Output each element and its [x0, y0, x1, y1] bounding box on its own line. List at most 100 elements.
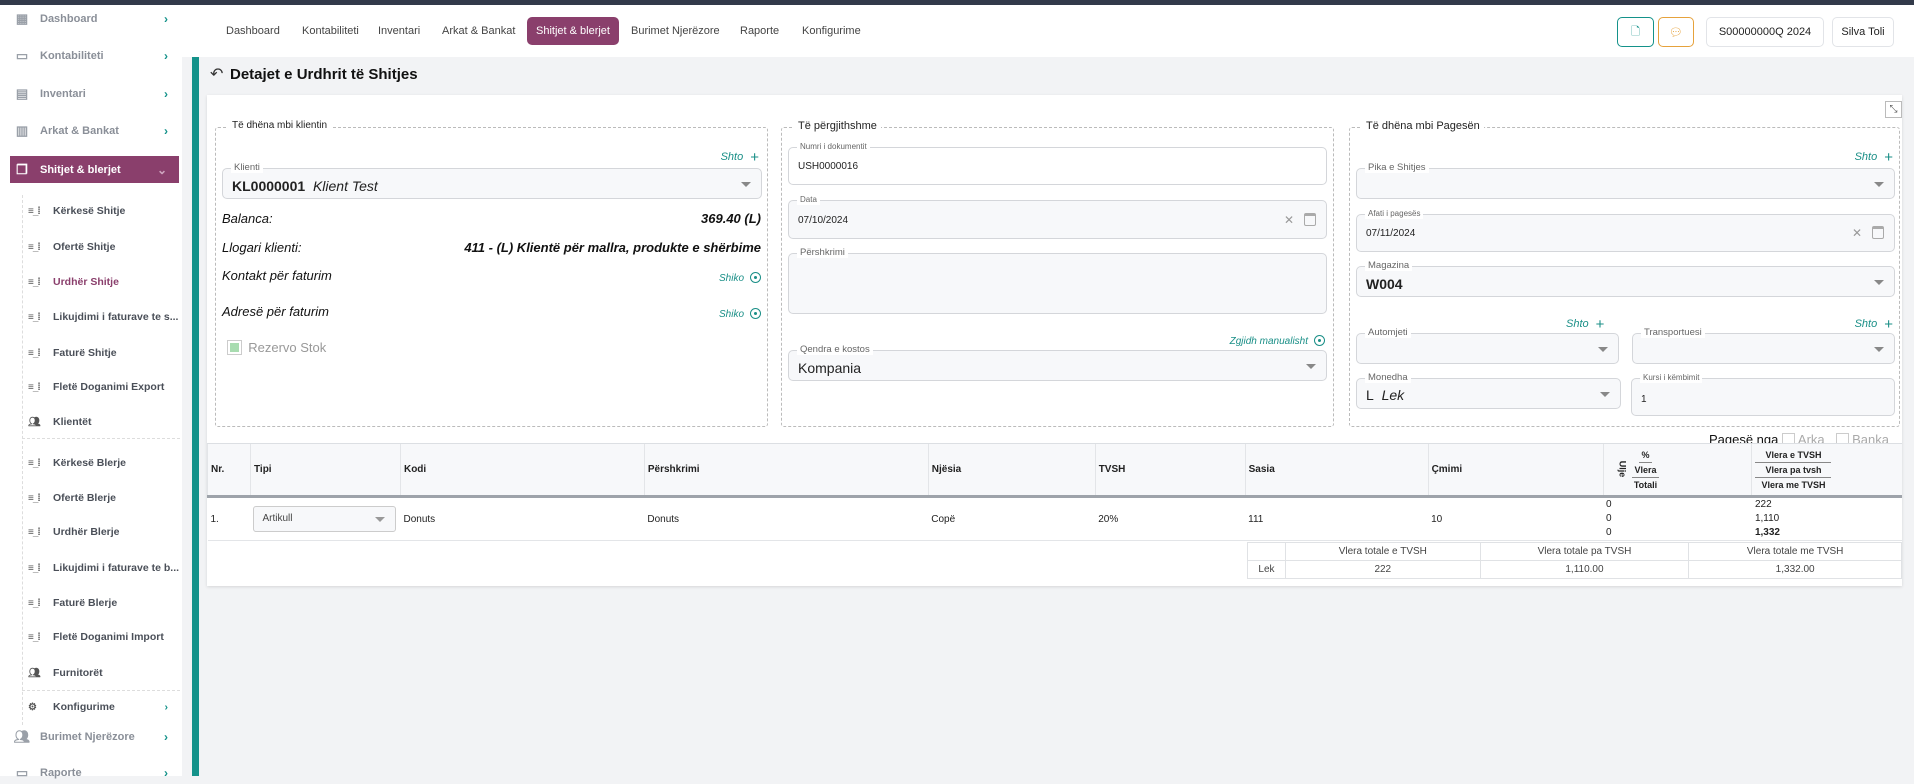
client-select[interactable]: Klienti KL0000001 Klient Test — [222, 162, 762, 199]
sidebar-subitem[interactable]: ≡_⁞ Faturë Blerje — [28, 593, 180, 613]
calendar-icon[interactable] — [1304, 212, 1316, 226]
list-icon: ≡_⁞ — [28, 311, 41, 323]
list-icon: ≡_⁞ — [28, 562, 41, 574]
col-sasia: Sasia — [1244, 443, 1429, 498]
plus-icon: + — [750, 149, 759, 166]
select-manually-button[interactable]: Zgjidh manualisht — [1230, 335, 1325, 347]
col-tipi: Tipi — [249, 443, 401, 498]
file-icon: 🗋︎ — [1631, 25, 1640, 38]
collapse-icon[interactable]: ⤡ — [1885, 101, 1902, 118]
sidebar-subitem[interactable]: ≡_⁞ Kërkesë Blerje — [28, 453, 180, 473]
add-vehicle-button[interactable]: Shto + — [1566, 316, 1604, 333]
sale-point-select[interactable]: Pika e Shitjes — [1356, 162, 1895, 199]
sidebar-subitem[interactable]: ≡_⁞ Urdhër Blerje — [28, 522, 180, 542]
list-icon: ≡_⁞ — [28, 526, 41, 538]
transporter-select[interactable]: Transportuesi — [1632, 327, 1895, 364]
users-icon: 👥︎ — [13, 729, 31, 744]
document-number-field[interactable]: Numri i dokumentit USH0000016 — [788, 141, 1327, 185]
add-sale-point-button[interactable]: Shto + — [1855, 149, 1893, 166]
sidebar-subitem[interactable]: ≡_⁞ Ofertë Blerje — [28, 488, 180, 508]
tab-arkat[interactable]: Arkat & Bankat — [433, 17, 524, 45]
chevron-down-icon — [1306, 363, 1316, 369]
chevron-down-icon — [741, 181, 751, 187]
list-icon: ≡_⁞ — [28, 381, 41, 393]
col-njesia: Njësia — [927, 443, 1096, 498]
sidebar-subitem[interactable]: ≡_⁞ Likujdimi i faturave te b... — [28, 558, 180, 578]
col-tvsh: TVSH — [1094, 443, 1246, 498]
calendar-icon[interactable] — [1872, 226, 1884, 239]
sidebar-subitem[interactable]: 👥︎ Furnitorët — [28, 663, 180, 683]
sidebar-subitem[interactable]: 👥︎ Klientët — [28, 412, 180, 432]
reserve-stock-checkbox[interactable]: Rezervo Stok — [227, 340, 326, 355]
eye-icon — [1314, 335, 1325, 346]
sidebar-item-shitjet[interactable]: ❐ Shitjet & blerjet ⌄ — [10, 156, 179, 183]
top-nav: Dashboard Kontabiliteti Inventari Arkat & B… — [182, 5, 1914, 57]
sidebar-subitem[interactable]: ≡_⁞ Fletë Doganimi Import — [28, 627, 180, 647]
clear-icon[interactable]: ✕ — [1284, 213, 1294, 227]
sidebar-item-inventari[interactable]: ▤ Inventari › — [14, 83, 180, 105]
description-textarea[interactable]: Përshkrimi — [788, 247, 1327, 314]
page-title: Detajet e Urdhrit të Shitjes — [230, 66, 418, 83]
sidebar: ▦ Dashboard › ▭ Kontabiliteti › ▤ Inventari › … — [0, 5, 182, 780]
sidebar-subitem[interactable]: ≡_⁞ Fletë Doganimi Export — [28, 377, 180, 397]
col-vlera: Vlera e TVSH Vlera pa tvsh Vlera me TVSH — [1751, 443, 1902, 498]
accent-bar — [192, 57, 199, 776]
clear-icon[interactable]: ✕ — [1852, 226, 1862, 240]
currency-select[interactable]: Monedha L Lek — [1356, 372, 1621, 409]
sidebar-item-dashboard[interactable]: ▦ Dashboard › — [14, 8, 180, 30]
chevron-right-icon: › — [164, 87, 168, 101]
tab-kontabiliteti[interactable]: Kontabiliteti — [293, 17, 368, 45]
general-fieldset: Të përgjithshme Numri i dokumentit USH000… — [781, 120, 1334, 427]
payment-fieldset: Të dhëna mbi Pagesën Shto + Pika e Shitje… — [1349, 120, 1900, 447]
sidebar-subitem[interactable]: ≡_⁞ Urdhër Shitje — [28, 272, 180, 292]
sidebar-item-arkat[interactable]: ▥ Arkat & Bankat › — [14, 120, 180, 142]
list-icon: ≡_⁞ — [28, 457, 41, 469]
chat-button[interactable]: 💬︎ — [1658, 17, 1694, 47]
user-button[interactable]: Silva Toli — [1832, 17, 1894, 47]
sidebar-item-konfigurime[interactable]: ⚙ Konfigurime › — [28, 697, 180, 717]
col-nr: Nr. — [207, 443, 251, 498]
col-pershkrimi: Përshkrimi — [643, 443, 929, 498]
eye-icon — [750, 272, 761, 283]
col-cmimi: Çmimi — [1427, 443, 1603, 498]
cost-center-select[interactable]: Qendra e kostos Kompania — [788, 344, 1327, 381]
sidebar-subitem[interactable]: ≡_⁞ Kërkesë Shitje — [28, 201, 180, 221]
sidebar-subitem[interactable]: ≡_⁞ Faturë Shitje — [28, 343, 180, 363]
tab-dashboard[interactable]: Dashboard — [217, 17, 289, 45]
tab-inventari[interactable]: Inventari — [369, 17, 429, 45]
sidebar-subitem[interactable]: ≡_⁞ Ofertë Shitje — [28, 237, 180, 257]
tab-raporte[interactable]: Raporte — [731, 17, 788, 45]
sidebar-item-burimet[interactable]: 👥︎ Burimet Njerëzore › — [14, 726, 180, 748]
chevron-down-icon — [1874, 181, 1884, 187]
sidebar-item-kontabiliteti[interactable]: ▭ Kontabiliteti › — [14, 45, 180, 67]
copy-icon: ❐ — [16, 161, 28, 177]
submenu-line — [22, 195, 23, 725]
payment-due-field[interactable]: Afati i pagesës 07/11/2024 ✕ — [1356, 208, 1895, 252]
col-kodi: Kodi — [399, 443, 645, 498]
list-icon: ≡_⁞ — [28, 347, 41, 359]
view-contact-button[interactable]: Shiko — [719, 272, 761, 284]
vehicle-select[interactable]: Automjeti — [1356, 327, 1619, 364]
add-client-button[interactable]: Shto + — [721, 149, 759, 166]
chevron-right-icon: › — [164, 124, 168, 138]
add-transporter-button[interactable]: Shto + — [1855, 316, 1893, 333]
chevron-right-icon: › — [164, 12, 168, 26]
view-address-button[interactable]: Shiko — [719, 308, 761, 320]
account-value: 411 - (L) Klientë për mallra, produkte e… — [464, 240, 761, 255]
company-button[interactable]: S00000000Q 2024 — [1706, 17, 1824, 47]
chevron-right-icon: › — [164, 49, 168, 63]
tab-konfigurime[interactable]: Konfigurime — [793, 17, 870, 45]
type-select[interactable]: Artikull — [253, 506, 397, 532]
sidebar-item-raporte[interactable]: ▭ Raporte › — [14, 762, 180, 784]
client-fieldset: Të dhëna mbi klientin Shto + Klienti KL00… — [215, 120, 768, 427]
sidebar-subitem[interactable]: ≡_⁞ Likujdimi i faturave te s... — [28, 307, 180, 327]
date-field[interactable]: Data 07/10/2024 ✕ — [788, 194, 1327, 239]
exchange-rate-field[interactable]: Kursi i këmbimit 1 — [1631, 372, 1895, 416]
folder-icon: ▭ — [15, 48, 29, 63]
tab-shitjet[interactable]: Shitjet & blerjet — [527, 17, 619, 45]
document-button[interactable]: 🗋︎ — [1617, 17, 1654, 47]
warehouse-select[interactable]: Magazina W004 — [1356, 260, 1895, 297]
tab-burimet[interactable]: Burimet Njerëzore — [622, 17, 729, 45]
back-icon[interactable]: ↶ — [210, 64, 223, 84]
chevron-right-icon: › — [164, 701, 169, 713]
